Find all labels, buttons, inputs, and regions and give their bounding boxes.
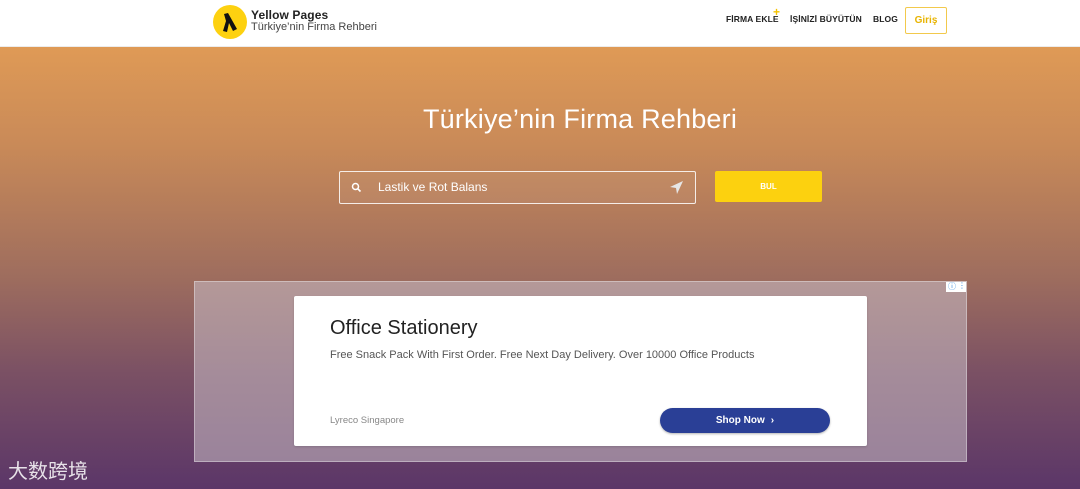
find-button[interactable]: BUL — [715, 171, 822, 202]
shop-now-button[interactable]: Shop Now › — [660, 408, 830, 433]
watermark: 大数跨境 — [8, 459, 88, 483]
site-header: Yellow Pages Türkiye’nin Firma Rehberi F… — [0, 0, 1080, 47]
chevron-right-icon: › — [770, 415, 775, 426]
ad-advertiser: Lyreco Singapore — [330, 415, 405, 426]
nav-blog[interactable]: BLOG — [873, 14, 898, 24]
walking-fingers-icon — [223, 13, 237, 32]
ad-card[interactable]: Office Stationery Free Snack Pack With F… — [294, 296, 867, 446]
nav-firma-ekle[interactable]: FİRMA EKLE — [726, 14, 779, 24]
info-icon[interactable]: ⓘ — [948, 281, 956, 292]
brand-tagline: Türkiye’nin Firma Rehberi — [251, 21, 377, 33]
hero-title: Türkiye’nin Firma Rehberi — [422, 104, 738, 134]
location-arrow-icon[interactable] — [669, 180, 684, 195]
ad-choices[interactable]: ⓘ ⋮ — [946, 281, 966, 292]
shop-now-label: Shop Now — [715, 415, 765, 426]
ad-menu-icon[interactable]: ⋮ — [958, 281, 966, 290]
search-icon — [351, 182, 362, 193]
search-input[interactable]: Lastik ve Rot Balans — [378, 180, 487, 194]
login-button[interactable]: Giriş — [905, 7, 947, 34]
ad-description: Free Snack Pack With First Order. Free N… — [330, 349, 755, 361]
ad-title[interactable]: Office Stationery — [330, 317, 477, 340]
yellow-pages-logo[interactable] — [213, 5, 247, 39]
brand-name[interactable]: Yellow Pages — [251, 8, 328, 22]
plus-icon: + — [773, 5, 781, 19]
search-box[interactable]: Lastik ve Rot Balans — [339, 171, 696, 204]
nav-isinizi-buyutun[interactable]: İŞİNİZİ BÜYÜTÜN — [790, 14, 862, 24]
